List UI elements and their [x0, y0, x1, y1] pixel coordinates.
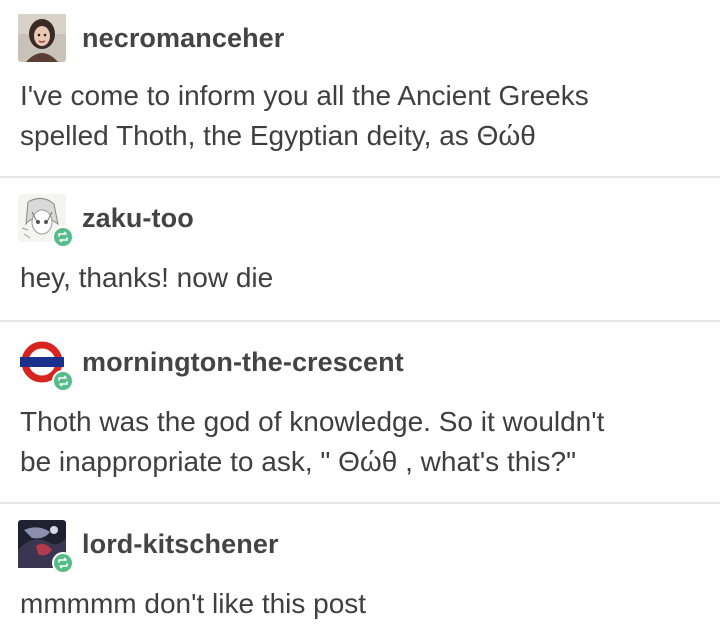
- post-divider: [0, 176, 720, 178]
- user-avatar-photo-icon[interactable]: [18, 14, 66, 62]
- username[interactable]: lord-kitschener: [82, 529, 279, 560]
- post-header: zaku-too: [18, 194, 194, 248]
- reblog-icon: [52, 226, 74, 248]
- username[interactable]: zaku-too: [82, 203, 194, 234]
- post-text: Thoth was the god of knowledge. So it wo…: [20, 406, 605, 477]
- username[interactable]: mornington-the-crescent: [82, 347, 404, 378]
- post-text: hey, thanks! now die: [20, 262, 274, 293]
- post-header: necromanceher: [18, 14, 284, 62]
- anime-avatar-icon[interactable]: [18, 194, 74, 248]
- post-header: mornington-the-crescent: [18, 338, 404, 392]
- post-divider: [0, 320, 720, 322]
- username[interactable]: necromanceher: [82, 23, 284, 54]
- post-text: mmmmm don't like this post: [20, 588, 367, 619]
- reblog-icon: [52, 552, 74, 574]
- post-text: I've come to inform you all the Ancient …: [20, 80, 589, 151]
- post-header: lord-kitschener: [18, 520, 279, 574]
- dark-art-avatar-icon[interactable]: [18, 520, 74, 574]
- underground-roundel-avatar-icon[interactable]: [18, 338, 74, 392]
- post-divider: [0, 502, 720, 504]
- reblog-icon: [52, 370, 74, 392]
